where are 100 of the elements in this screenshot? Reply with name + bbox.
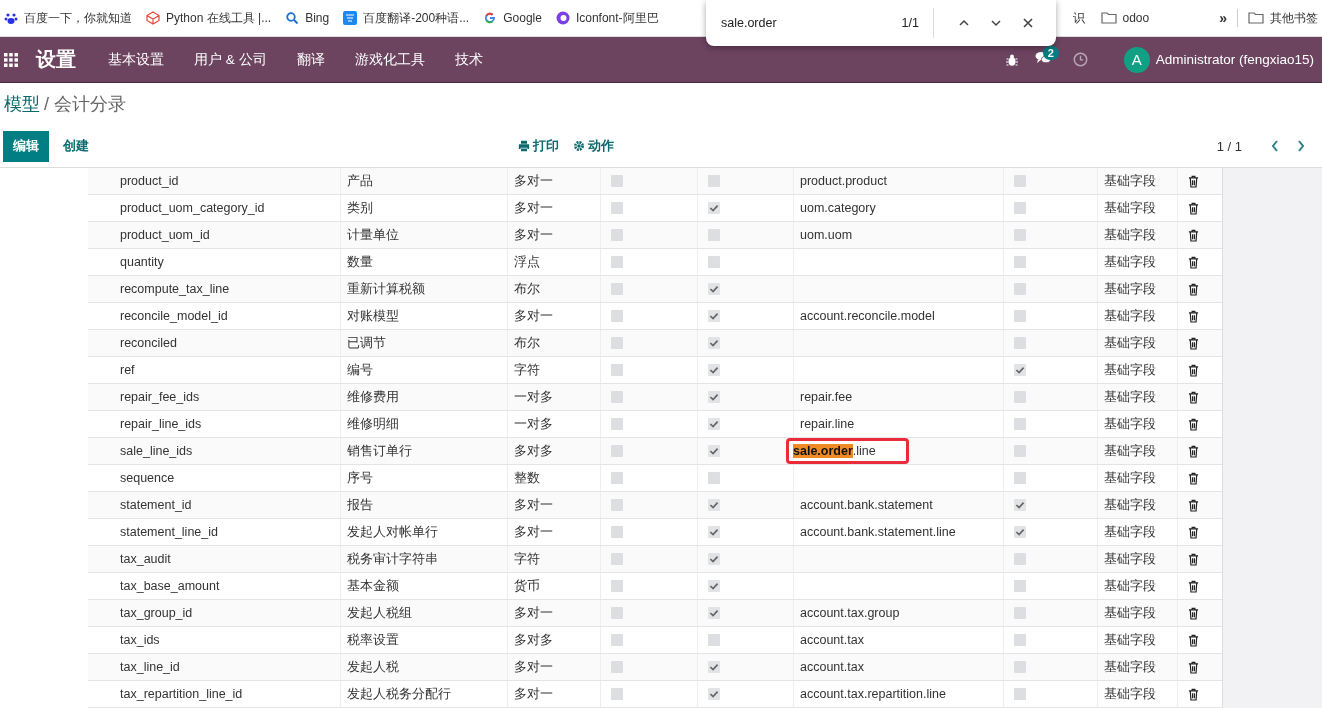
- trash-icon[interactable]: [1188, 633, 1199, 647]
- trash-icon[interactable]: [1188, 579, 1199, 593]
- trash-icon[interactable]: [1188, 336, 1199, 350]
- find-query-field[interactable]: sale.order: [721, 16, 902, 30]
- menu-item[interactable]: 用户 & 公司: [194, 50, 267, 69]
- bookmark-link[interactable]: Iconfont-阿里巴: [555, 9, 659, 27]
- table-row[interactable]: recompute_tax_line 重新计算税额 布尔 基础字段: [88, 276, 1222, 303]
- breadcrumb-link[interactable]: 模型: [4, 92, 40, 116]
- bookmark-link[interactable]: 识: [1072, 9, 1085, 27]
- bookmark-link[interactable]: Python 在线工具 |...: [146, 9, 272, 27]
- action-button[interactable]: 动作: [573, 137, 614, 155]
- table-row[interactable]: product_uom_id 计量单位 多对一 uom.uom 基础字段: [88, 222, 1222, 249]
- table-cell: 维修费用: [340, 384, 507, 410]
- g-logo-icon: [483, 11, 498, 25]
- trash-icon[interactable]: [1188, 660, 1199, 674]
- table-cell-text: quantity: [119, 254, 165, 271]
- bookmark-link[interactable]: 百度一下，你就知道: [4, 9, 132, 27]
- table-row[interactable]: tax_group_id 发起人税组 多对一 account.tax.group 基础字段: [88, 600, 1222, 627]
- table-row[interactable]: tax_repartition_line_id 发起人税务分配行 多对一 account.tax.repartition.line 基础字段: [88, 681, 1222, 708]
- table-row[interactable]: tax_line_id 发起人税 多对一 account.tax 基础字段: [88, 654, 1222, 681]
- menu-item[interactable]: 游戏化工具: [354, 50, 425, 69]
- table-cell: uom.uom: [793, 222, 1003, 248]
- table-cell: 序号: [340, 465, 507, 491]
- table-cell: uom.category: [793, 195, 1003, 221]
- table-row[interactable]: product_id 产品 多对一 product.product 基础字段: [88, 168, 1222, 195]
- table-cell: 多对一: [507, 519, 600, 545]
- trash-icon[interactable]: [1188, 417, 1199, 431]
- edit-button[interactable]: 编辑: [3, 130, 49, 162]
- trash-icon[interactable]: [1188, 552, 1199, 566]
- overflow-chevron[interactable]: »: [1219, 10, 1227, 26]
- bookmark-label: odoo: [1122, 11, 1150, 25]
- trash-icon[interactable]: [1188, 687, 1199, 701]
- bookmark-link[interactable]: 百度翻译-200种语...: [343, 9, 470, 27]
- bookmark-label: 百度一下，你就知道: [24, 9, 132, 27]
- match-count: 1/1: [901, 16, 919, 30]
- trash-icon[interactable]: [1188, 606, 1199, 620]
- table-cell: 发起人对帐单行: [340, 519, 507, 545]
- trash-icon[interactable]: [1188, 255, 1199, 269]
- table-cell: 发起人税组: [340, 600, 507, 626]
- table-cell: 基础字段: [1097, 438, 1177, 464]
- bookmark-link[interactable]: odoo: [1100, 11, 1150, 25]
- print-button[interactable]: 打印: [518, 137, 559, 155]
- table-cell: 类别: [340, 195, 507, 221]
- table-cell-text: sequence: [119, 470, 176, 487]
- user-name[interactable]: Administrator (fengxiao15): [1155, 52, 1314, 67]
- table-row[interactable]: statement_id 报告 多对一 account.bank.statement 基础字段: [88, 492, 1222, 519]
- bookmark-link[interactable]: Google: [483, 11, 542, 25]
- trash-icon[interactable]: [1188, 174, 1199, 188]
- table-cell-text: tax_ids: [119, 632, 161, 649]
- table-cell: 基础字段: [1097, 627, 1177, 653]
- table-cell: 编号: [340, 357, 507, 383]
- table-cell: 布尔: [507, 276, 600, 302]
- table-cell: 多对一: [507, 600, 600, 626]
- menu-item[interactable]: 基本设置: [108, 50, 164, 69]
- table-cell: 整数: [507, 465, 600, 491]
- close-icon[interactable]: [1021, 16, 1035, 30]
- bookmark-link[interactable]: 其他书签: [1248, 9, 1318, 27]
- table-cell: 多对一: [507, 492, 600, 518]
- menu-item[interactable]: 翻译: [296, 50, 325, 69]
- clock-icon[interactable]: [1072, 52, 1088, 67]
- table-cell: 多对一: [507, 303, 600, 329]
- table-cell: 数量: [340, 249, 507, 275]
- table-cell: 产品: [340, 168, 507, 194]
- table-cell-text: ref: [119, 362, 136, 379]
- bug-icon[interactable]: [1004, 52, 1019, 67]
- trash-icon[interactable]: [1188, 228, 1199, 242]
- table-cell: 基础字段: [1097, 654, 1177, 680]
- create-button[interactable]: 创建: [57, 136, 95, 156]
- trash-icon[interactable]: [1188, 444, 1199, 458]
- bookmark-label: 其他书签: [1270, 9, 1318, 27]
- table-cell: 重新计算税额: [340, 276, 507, 302]
- bookmark-label: Iconfont-阿里巴: [575, 9, 659, 27]
- table-cell: 字符: [507, 357, 600, 383]
- table-row[interactable]: reconciled 已调节 布尔 基础字段: [88, 330, 1222, 357]
- table-row[interactable]: repair_fee_ids 维修费用 一对多 repair.fee 基础字段: [88, 384, 1222, 411]
- table-cell: 基本金额: [340, 573, 507, 599]
- table-cell: 基础字段: [1097, 519, 1177, 545]
- app-title[interactable]: 设置: [36, 46, 76, 73]
- bookmark-label: 百度翻译-200种语...: [363, 9, 470, 27]
- apps-grid-icon[interactable]: [4, 52, 18, 67]
- table-cell: 多对多: [507, 627, 600, 653]
- trash-icon[interactable]: [1188, 498, 1199, 512]
- trash-icon[interactable]: [1188, 390, 1199, 404]
- bookmark-label: Google: [503, 11, 542, 25]
- trash-icon[interactable]: [1188, 525, 1199, 539]
- trash-icon[interactable]: [1188, 363, 1199, 377]
- bookmark-label: Python 在线工具 |...: [166, 9, 272, 27]
- table-cell: 基础字段: [1097, 573, 1177, 599]
- trash-icon[interactable]: [1188, 309, 1199, 323]
- trash-icon[interactable]: [1188, 471, 1199, 485]
- previous-icon[interactable]: [1270, 139, 1280, 153]
- bookmark-link[interactable]: Bing: [285, 11, 330, 25]
- table-row[interactable]: tax_audit 税务审计字符串 字符 基础字段: [88, 546, 1222, 573]
- pager-count: 1 / 1: [1216, 138, 1242, 154]
- trash-icon[interactable]: [1188, 282, 1199, 296]
- table-cell: account.tax.group: [793, 600, 1003, 626]
- next-icon[interactable]: [1296, 139, 1306, 153]
- trash-icon[interactable]: [1188, 201, 1199, 215]
- breadcrumb-current: / 会计分录: [44, 93, 126, 116]
- menu-item[interactable]: 技术: [454, 50, 483, 69]
